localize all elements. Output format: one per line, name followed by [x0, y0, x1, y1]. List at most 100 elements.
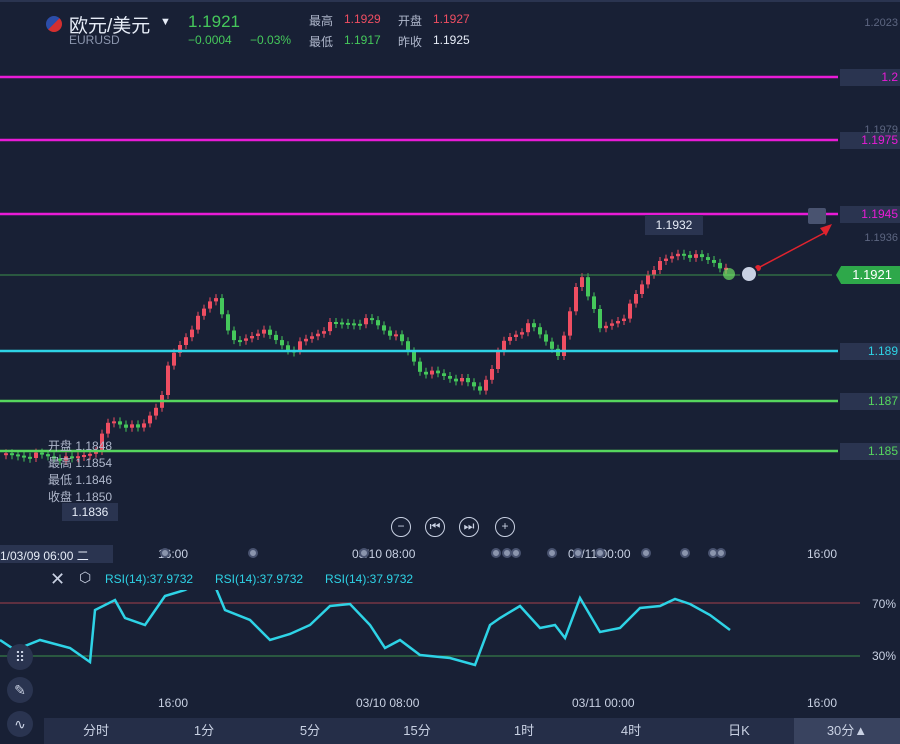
candle-body: [382, 325, 386, 331]
indicator-icon[interactable]: ∿: [7, 711, 33, 737]
candle-body: [352, 323, 356, 326]
rsi-time-axis-3: 03/11 00:00: [572, 696, 635, 710]
candle-body: [262, 329, 266, 334]
event-dot-icon[interactable]: [359, 548, 369, 558]
info-icon: [740, 265, 758, 283]
tab-30min[interactable]: 30分▲: [794, 718, 900, 744]
tab-4hour[interactable]: 4时: [597, 718, 665, 744]
candle-body: [700, 254, 704, 258]
candle-body: [328, 322, 332, 332]
event-dot-icon[interactable]: [680, 548, 690, 558]
candle-body: [568, 311, 572, 336]
candle-body: [580, 277, 584, 287]
event-dot-icon[interactable]: [491, 548, 501, 558]
candle-body: [694, 254, 698, 258]
tooltip-close: 收盘 1.1850: [48, 490, 113, 504]
candle-body: [664, 258, 668, 261]
open-label: 开盘: [398, 14, 423, 28]
candle-body: [550, 341, 554, 349]
drawing-tools-icon[interactable]: ⠿: [7, 644, 33, 670]
rsi-time-axis-4: 16:00: [807, 696, 838, 710]
tab-daily[interactable]: 日K: [705, 718, 773, 744]
candle-body: [652, 270, 656, 275]
top-divider: [0, 0, 900, 2]
candle-body: [496, 351, 500, 369]
candle-body: [184, 337, 188, 345]
pencil-icon[interactable]: ✎: [7, 677, 33, 703]
candle-body: [28, 456, 32, 459]
candle-body: [172, 352, 176, 366]
candle-body: [298, 341, 302, 351]
rsi-chart[interactable]: [0, 590, 900, 690]
candle-body: [634, 294, 638, 304]
candle-body: [670, 256, 674, 259]
rsi-time-axis-2: 03/10 08:00: [356, 696, 420, 710]
tooltip-low: 最低 1.1846: [48, 473, 113, 487]
tab-5min[interactable]: 5分: [276, 718, 344, 744]
candle-body: [658, 261, 662, 270]
candle-body: [250, 336, 254, 339]
candle-body: [10, 453, 14, 456]
candle-body: [388, 330, 392, 336]
candle-body: [646, 274, 650, 285]
candle-body: [622, 318, 626, 321]
event-dot-icon[interactable]: [248, 548, 258, 558]
candle-body: [106, 422, 110, 434]
candle-body: [118, 421, 122, 425]
skip-back-button[interactable]: ⏮: [425, 517, 445, 537]
price-line-label-4: 1.189: [840, 343, 900, 360]
candle-body: [238, 340, 242, 343]
close-icon[interactable]: ✕: [50, 569, 65, 590]
candle-body: [598, 309, 602, 329]
candle-body: [4, 453, 8, 456]
event-dot-icon[interactable]: [511, 548, 521, 558]
rsi-label-3: RSI(14):37.9732: [325, 572, 414, 586]
event-dot-icon[interactable]: [595, 548, 605, 558]
candle-body: [562, 335, 566, 356]
alert-icon: [808, 208, 826, 224]
current-price-tag: 1.1921: [836, 266, 900, 284]
candle-body: [16, 454, 20, 457]
candlestick-chart[interactable]: [0, 52, 900, 512]
event-dot-icon[interactable]: [160, 548, 170, 558]
tab-1min[interactable]: 1分: [170, 718, 238, 744]
candle-body: [616, 321, 620, 324]
axis-tick-3: 1.1936: [864, 232, 898, 244]
settings-icon[interactable]: ⬡: [79, 569, 91, 586]
candle-body: [532, 323, 536, 328]
candle-body: [394, 334, 398, 337]
candle-body: [232, 330, 236, 341]
candle-body: [154, 407, 158, 416]
event-dot-icon[interactable]: [547, 548, 557, 558]
candle-body: [256, 333, 260, 336]
rsi-line: [0, 590, 731, 667]
candle-body: [22, 455, 26, 458]
zoom-out-button[interactable]: −: [391, 517, 411, 537]
candle-body: [544, 334, 548, 342]
candle-body: [628, 303, 632, 319]
event-dot-icon[interactable]: [573, 548, 583, 558]
crosshair-time: 1/03/09 06:00 二: [0, 549, 89, 563]
candle-body: [286, 345, 290, 351]
tab-timeshare[interactable]: 分时: [62, 718, 130, 744]
candle-body: [478, 386, 482, 391]
tab-15min[interactable]: 15分: [383, 718, 451, 744]
price-change: −0.0004: [188, 33, 232, 47]
symbol-code: EURUSD: [69, 33, 120, 47]
skip-forward-button[interactable]: ⏭: [459, 517, 479, 537]
candle-body: [454, 378, 458, 382]
candle-body: [436, 370, 440, 374]
prev-close-value: 1.1925: [433, 33, 470, 47]
event-dot-icon[interactable]: [641, 548, 651, 558]
low-label: 最低: [309, 35, 334, 49]
candle-body: [466, 378, 470, 383]
candle-body: [148, 415, 152, 424]
candle-body: [358, 323, 362, 326]
chevron-down-icon[interactable]: ▼: [160, 16, 171, 28]
zoom-in-button[interactable]: +: [495, 517, 515, 537]
candle-body: [592, 296, 596, 309]
candle-body: [346, 322, 350, 325]
event-dot-icon[interactable]: [716, 548, 726, 558]
tab-1hour[interactable]: 1时: [490, 718, 558, 744]
ohlc-tooltip: 开盘 1.1848 最高 1.1854 最低 1.1846 收盘 1.1850: [48, 438, 112, 506]
